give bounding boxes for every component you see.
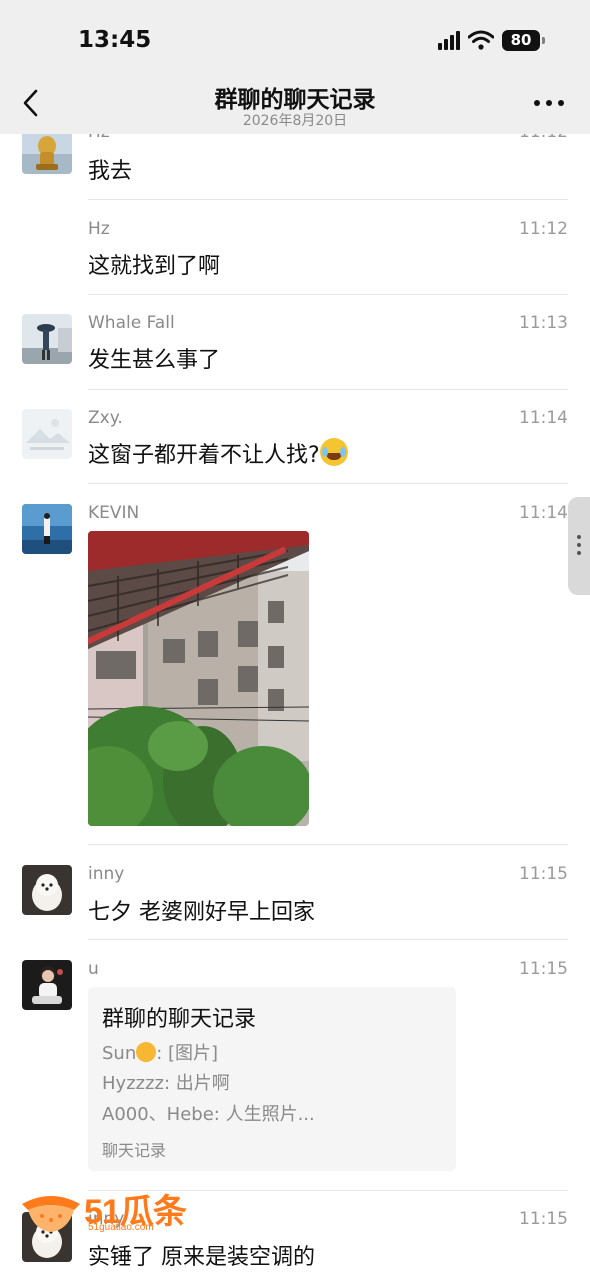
divider (88, 483, 568, 484)
sender-name: inny (88, 864, 125, 884)
message-time: 11:12 (519, 219, 568, 239)
message-text[interactable]: 发生甚么事了 (88, 342, 220, 374)
laughing-tears-emoji-icon (319, 438, 348, 466)
avatar-inny[interactable] (22, 865, 72, 915)
divider (88, 389, 568, 390)
avatar-kevin[interactable] (22, 504, 72, 554)
avatar-u[interactable] (22, 960, 72, 1010)
watermark-url: 51guatiao.com (88, 1222, 154, 1233)
signal-icon (438, 30, 460, 50)
divider (88, 939, 568, 940)
divider (88, 294, 568, 295)
sender-name: Zxy. (88, 408, 123, 428)
message-time: 11:15 (519, 1209, 568, 1229)
chat-record-line-name: Sun (102, 1043, 137, 1064)
avatar-whale-fall[interactable] (22, 314, 72, 364)
watermark-melon-icon (22, 1196, 80, 1232)
message-text[interactable]: 这窗子都开着不让人找? (88, 437, 348, 469)
message-time: 11:13 (519, 313, 568, 333)
status-time: 13:45 (78, 27, 152, 53)
message-time: 11:14 (519, 503, 568, 523)
chat-record-line: Sun : [图片] (102, 1039, 218, 1065)
message-text[interactable]: 这就找到了啊 (88, 248, 220, 280)
chat-record-line: A000、Hebe: 人生照片... (102, 1104, 315, 1125)
divider (88, 844, 568, 845)
chat-record-footer: 聊天记录 (102, 1141, 167, 1160)
message-text[interactable]: 七夕 老婆刚好早上回家 (88, 894, 315, 926)
message-text[interactable]: 我去 (88, 153, 132, 185)
page-subtitle-date: 2026年8月20日 (242, 113, 348, 129)
message-text-content: 这窗子都开着不让人找? (88, 443, 320, 468)
sender-name: Hz (88, 219, 110, 239)
wifi-icon (468, 30, 494, 50)
sender-name: KEVIN (88, 503, 140, 523)
status-icons: 80 (438, 28, 545, 52)
avatar-zxy[interactable] (22, 409, 72, 459)
message-image[interactable] (88, 531, 309, 826)
page-title: 群聊的聊天记录 (214, 87, 376, 113)
chat-record-line-rest: : [图片] (156, 1043, 219, 1064)
sun-emoji-icon (136, 1042, 157, 1062)
sender-name: Whale Fall (88, 313, 175, 333)
more-dots-icon[interactable] (534, 100, 564, 106)
side-drawer-handle[interactable] (568, 497, 590, 595)
watermark-logo: 51瓜条 51guatiao.com (18, 1182, 208, 1238)
sender-name: u (88, 959, 99, 979)
chat-record-title: 群聊的聊天记录 (102, 1007, 257, 1032)
battery-icon: 80 (502, 29, 545, 51)
divider (88, 199, 568, 200)
chat-record-line: Hyzzzz: 出片啊 (102, 1073, 230, 1094)
message-time: 11:15 (519, 959, 568, 979)
message-text[interactable]: 实锤了 原来是装空调的 (88, 1239, 315, 1271)
message-time: 11:15 (519, 864, 568, 884)
chat-record-card[interactable]: 群聊的聊天记录 Sun : [图片] Hyzzzz: 出片啊 A000、Hebe:… (88, 987, 456, 1171)
message-time: 11:14 (519, 408, 568, 428)
top-bar: 13:45 80 群聊的聊天记录 2026年8月20日 (0, 0, 590, 134)
